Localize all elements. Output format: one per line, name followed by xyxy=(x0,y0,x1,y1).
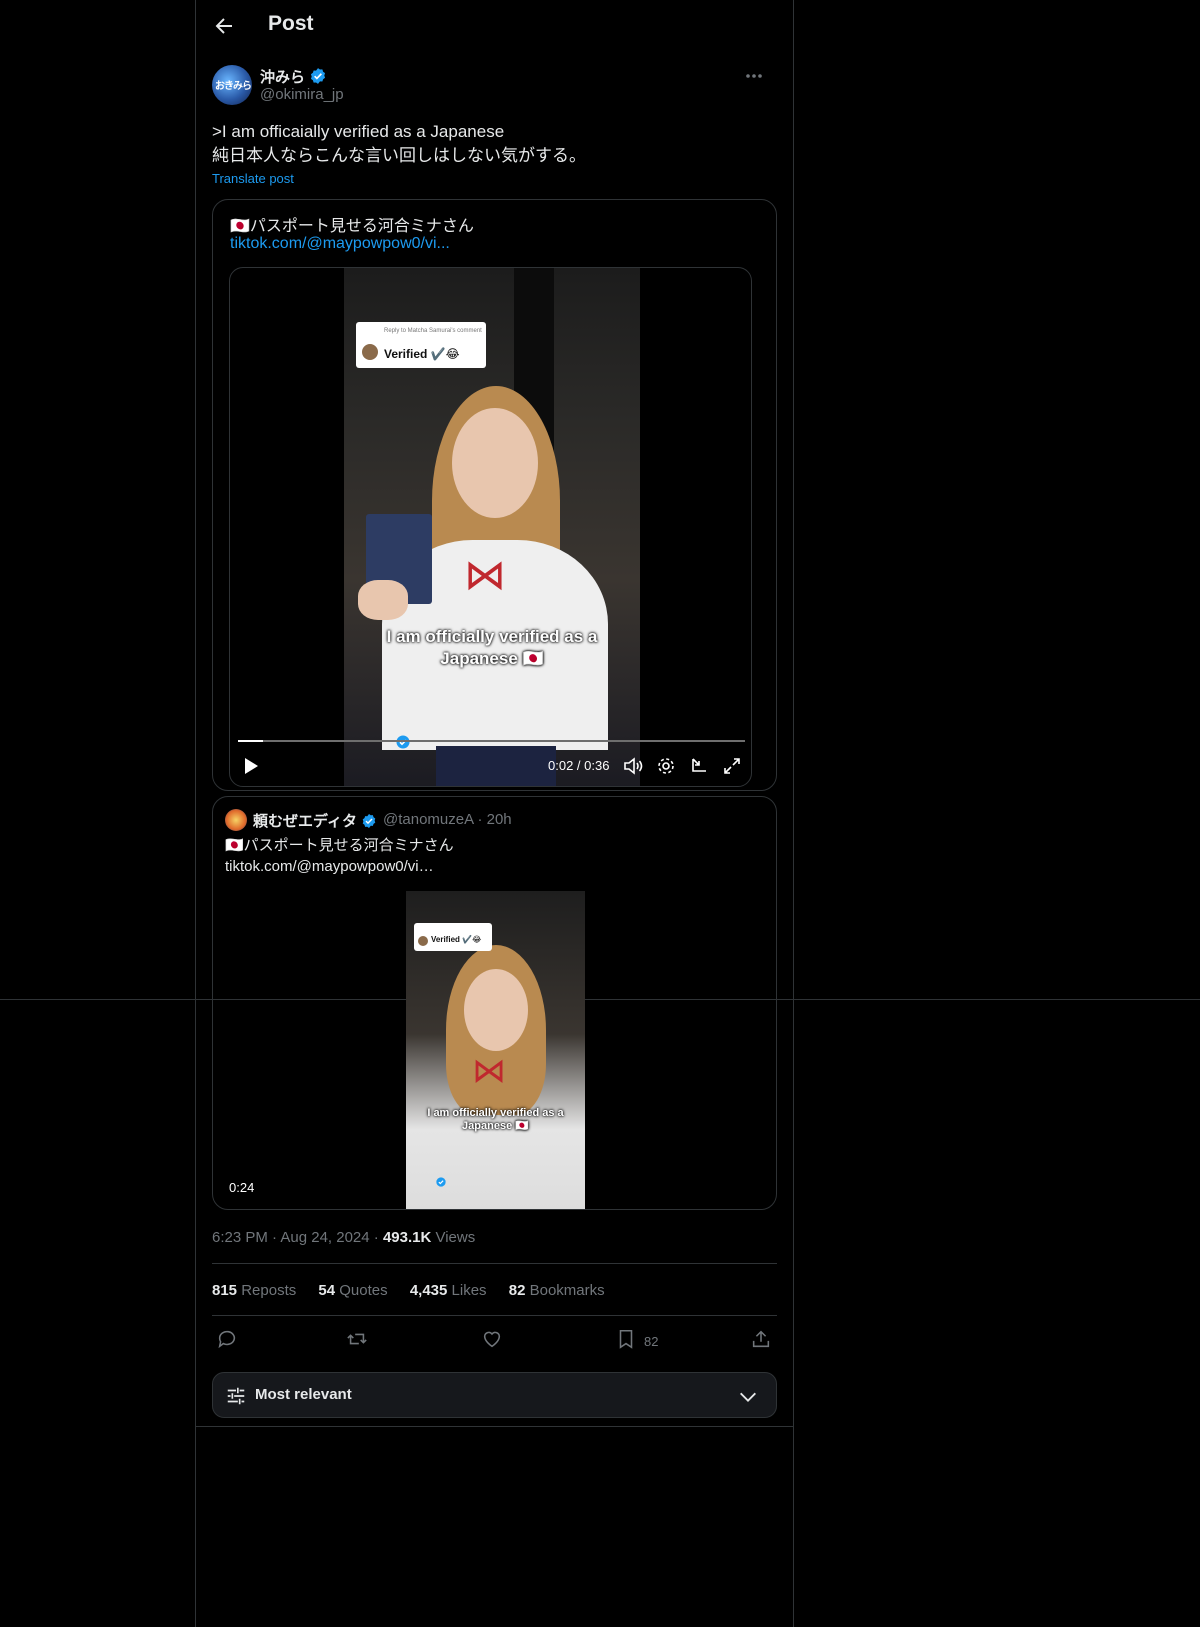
top-bar: Post xyxy=(196,0,793,54)
author-handle[interactable]: @okimira_jp xyxy=(260,86,344,103)
likes-count: 4,435 xyxy=(409,1282,448,1299)
quoted-author-name-text: 頼むぜエディタ xyxy=(253,813,357,830)
quoted-watermark-check-icon xyxy=(436,1177,446,1187)
video-progress-fill xyxy=(238,740,264,742)
video-watermark-check-icon xyxy=(396,735,410,749)
engagement-stats: 815 Reposts 54 Quotes 4,435 Likes 82 Boo… xyxy=(212,1282,623,1299)
quoted-reply-bubble-text: Verified ✔️😂 xyxy=(431,935,482,944)
verified-badge-icon xyxy=(309,67,327,85)
page-title: Post xyxy=(268,12,314,35)
views-label: Views xyxy=(431,1229,476,1246)
quoted-avatar[interactable] xyxy=(225,809,247,831)
video-figure-face xyxy=(452,408,538,518)
like-heart-icon[interactable] xyxy=(481,1328,503,1352)
quotes-count: 54 xyxy=(318,1282,336,1299)
quoted-figure-bow: ⋈ xyxy=(472,1052,506,1090)
quoted-author-name[interactable]: 頼むぜエディタ xyxy=(253,810,377,831)
sort-dropdown[interactable]: Most relevant xyxy=(212,1372,777,1418)
author-name-text: 沖みら xyxy=(260,69,306,86)
reply-bubble: Reply to Matcha Samurai's comment Verifi… xyxy=(356,322,486,368)
divider xyxy=(196,1426,793,1427)
avatar[interactable]: おきみら xyxy=(212,65,252,105)
share-icon[interactable] xyxy=(750,1328,772,1352)
avatar-text: おきみら xyxy=(215,81,252,92)
video-caption-line-2: Japanese 🇯🇵 xyxy=(440,649,544,668)
reposts-stat[interactable]: 815 Reposts xyxy=(212,1282,296,1299)
back-arrow-icon[interactable] xyxy=(212,14,236,38)
divider xyxy=(212,1315,777,1316)
quoted-text: 🇯🇵パスポート見せる河合ミナさん tiktok.com/@maypowpow0/… xyxy=(225,837,454,875)
views-count: 493.1K xyxy=(382,1229,432,1246)
bookmarks-count: 82 xyxy=(508,1282,526,1299)
quoted-caption-line-1: I am officially verified as a xyxy=(427,1107,564,1119)
video-time: 0:02 / 0:36 xyxy=(548,758,610,773)
sort-label: Most relevant xyxy=(255,1386,352,1403)
quoted-reply-bubble-avatar xyxy=(418,936,428,946)
action-bar: 82 xyxy=(212,1328,777,1354)
likes-stat[interactable]: 4,435 Likes xyxy=(410,1282,487,1299)
reposts-count: 815 xyxy=(212,1282,238,1299)
main-column: Post おきみら 沖みら @okimira_jp >I am officaia… xyxy=(195,0,794,1627)
quoted-caption-line-2: Japanese 🇯🇵 xyxy=(462,1120,529,1132)
video-player[interactable]: ⋈ Reply to Matcha Samurai's comment Veri… xyxy=(229,267,752,787)
repost-icon[interactable] xyxy=(346,1328,368,1352)
quoted-figure-face xyxy=(464,969,528,1051)
verified-badge-icon xyxy=(361,813,377,829)
reply-bubble-avatar xyxy=(362,344,378,360)
reply-icon[interactable] xyxy=(216,1328,238,1352)
reposts-label: Reposts xyxy=(241,1282,297,1299)
quoted-author-handle[interactable]: @tanomuzeA · 20h xyxy=(383,811,512,828)
video-figure-bow: ⋈ xyxy=(464,551,506,598)
video-caption-line-1: I am officially verified as a xyxy=(386,627,598,646)
quotes-stat[interactable]: 54 Quotes xyxy=(318,1282,387,1299)
translate-post-link[interactable]: Translate post xyxy=(212,171,294,186)
video-caption: I am officially verified as a Japanese 🇯… xyxy=(344,626,640,670)
author-name[interactable]: 沖みら xyxy=(260,66,327,87)
reply-bubble-text: Verified ✔️😂 xyxy=(384,347,460,361)
bookmark-icon[interactable] xyxy=(615,1328,637,1352)
likes-label: Likes xyxy=(451,1282,487,1299)
link-card[interactable]: 🇯🇵パスポート見せる河合ミナさん tiktok.com/@maypowpow0/… xyxy=(212,199,777,791)
sliders-icon xyxy=(225,1385,247,1407)
play-icon[interactable] xyxy=(242,756,260,776)
video-frame: ⋈ Reply to Matcha Samurai's comment Veri… xyxy=(344,268,640,786)
quoted-video-caption: I am officially verified as a Japanese 🇯… xyxy=(406,1107,585,1133)
more-options-icon[interactable] xyxy=(744,66,764,86)
volume-icon[interactable] xyxy=(623,756,643,776)
quoted-video-duration: 0:24 xyxy=(229,1180,255,1195)
bookmark-count: 82 xyxy=(644,1334,659,1349)
settings-gear-icon[interactable] xyxy=(656,756,676,776)
quotes-label: Quotes xyxy=(339,1282,388,1299)
post-text: >I am officaially verified as a Japanese… xyxy=(212,122,586,165)
post-timestamp[interactable]: 6:23 PM · Aug 24, 2024 · xyxy=(212,1229,383,1246)
bookmarks-label: Bookmarks xyxy=(529,1282,605,1299)
fullscreen-icon[interactable] xyxy=(722,756,742,776)
picture-in-picture-icon[interactable] xyxy=(689,756,709,776)
quoted-video-thumbnail[interactable]: ⋈ Verified ✔️😂 I am officially verified … xyxy=(406,891,585,1209)
bookmarks-stat[interactable]: 82 Bookmarks xyxy=(509,1282,605,1299)
card-title: 🇯🇵パスポート見せる河合ミナさん xyxy=(230,218,474,235)
post-metadata: 6:23 PM · Aug 24, 2024 · 493.1K Views xyxy=(212,1229,475,1246)
card-link[interactable]: tiktok.com/@maypowpow0/vi... xyxy=(230,235,450,253)
video-progress-bar[interactable] xyxy=(238,740,745,742)
video-figure-skirt xyxy=(436,746,556,786)
quoted-reply-bubble: Verified ✔️😂 xyxy=(414,923,492,951)
chevron-down-icon xyxy=(737,1386,759,1408)
divider xyxy=(212,1263,777,1264)
quoted-post[interactable]: 頼むぜエディタ @tanomuzeA · 20h 🇯🇵パスポート見せる河合ミナさ… xyxy=(212,796,777,1210)
video-figure-hand xyxy=(358,580,408,620)
reply-bubble-caption: Reply to Matcha Samurai's comment xyxy=(384,328,482,334)
